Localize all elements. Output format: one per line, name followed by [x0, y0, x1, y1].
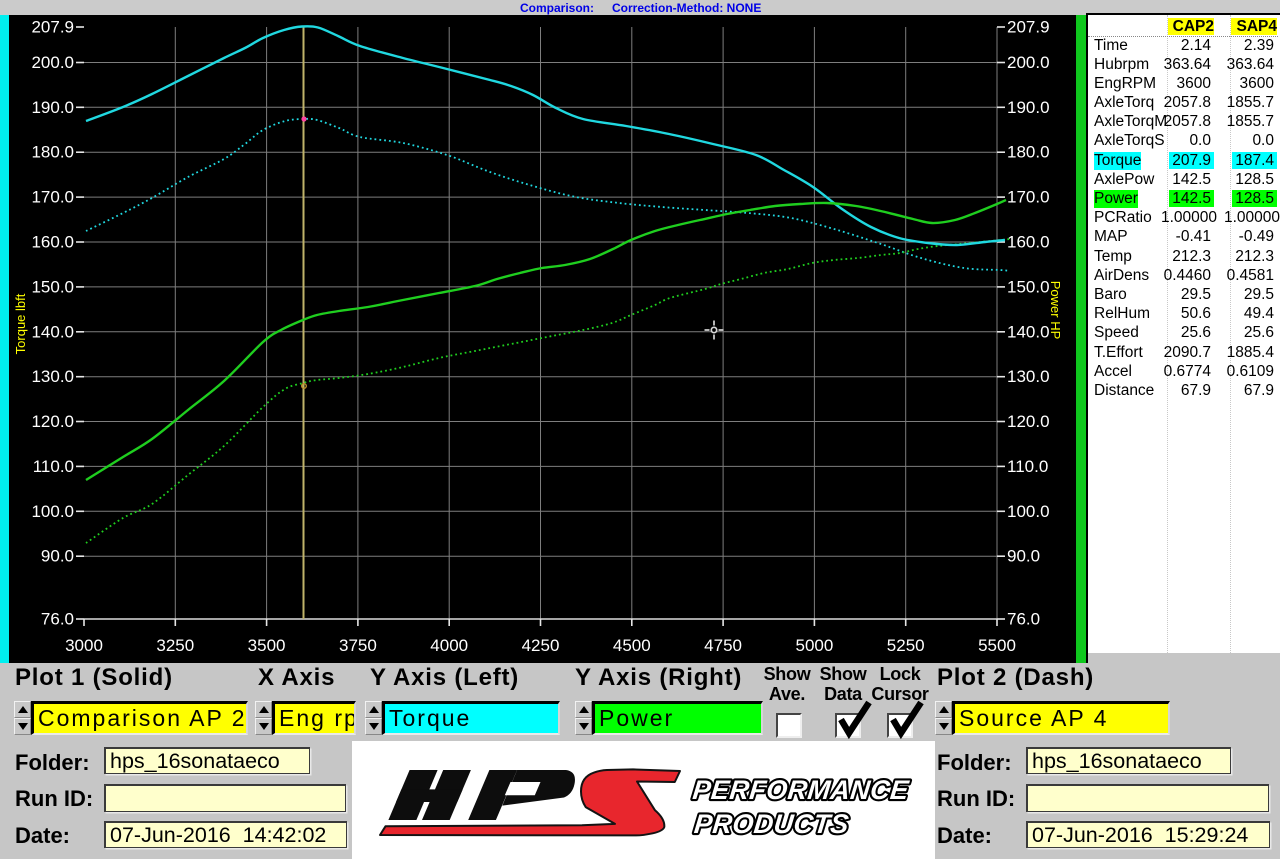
svg-text:76.0: 76.0 — [41, 610, 74, 629]
svg-text:190.0: 190.0 — [31, 98, 74, 117]
svg-text:120.0: 120.0 — [1007, 412, 1050, 431]
svg-text:200.0: 200.0 — [31, 53, 74, 72]
svg-text:4000: 4000 — [430, 636, 468, 655]
svg-text:90.0: 90.0 — [41, 547, 74, 566]
svg-text:140.0: 140.0 — [1007, 322, 1050, 341]
svg-text:3000: 3000 — [65, 636, 103, 655]
svg-text:150.0: 150.0 — [31, 277, 74, 296]
svg-text:200.0: 200.0 — [1007, 53, 1050, 72]
svg-text:76.0: 76.0 — [1007, 610, 1040, 629]
svg-text:100.0: 100.0 — [1007, 502, 1050, 521]
svg-text:150.0: 150.0 — [1007, 277, 1050, 296]
svg-text:140.0: 140.0 — [31, 322, 74, 341]
svg-text:3500: 3500 — [248, 636, 286, 655]
svg-text:110.0: 110.0 — [1007, 457, 1048, 476]
svg-text:190.0: 190.0 — [1007, 98, 1050, 117]
svg-text:170.0: 170.0 — [31, 188, 74, 207]
svg-text:160.0: 160.0 — [1007, 233, 1050, 252]
svg-text:180.0: 180.0 — [1007, 143, 1050, 162]
svg-text:130.0: 130.0 — [31, 367, 74, 386]
svg-text:170.0: 170.0 — [1007, 188, 1050, 207]
svg-text:180.0: 180.0 — [31, 143, 74, 162]
svg-text:100.0: 100.0 — [31, 502, 74, 521]
svg-text:207.9: 207.9 — [31, 18, 74, 37]
svg-text:Torque lbft: Torque lbft — [13, 293, 28, 354]
svg-text:3250: 3250 — [156, 636, 194, 655]
svg-text:5500: 5500 — [978, 636, 1016, 655]
svg-text:PERFORMANCE: PERFORMANCE — [691, 774, 911, 805]
svg-text:160.0: 160.0 — [31, 233, 74, 252]
svg-text:207.9: 207.9 — [1007, 18, 1050, 37]
svg-text:120.0: 120.0 — [31, 412, 74, 431]
svg-text:90.0: 90.0 — [1007, 547, 1040, 566]
svg-text:130.0: 130.0 — [1007, 367, 1050, 386]
svg-text:110.0: 110.0 — [33, 457, 74, 476]
svg-text:4250: 4250 — [522, 636, 560, 655]
svg-text:5250: 5250 — [887, 636, 925, 655]
svg-text:PRODUCTS: PRODUCTS — [693, 808, 851, 839]
svg-text:3750: 3750 — [339, 636, 377, 655]
svg-text:4500: 4500 — [613, 636, 651, 655]
svg-text:5000: 5000 — [795, 636, 833, 655]
svg-text:Power HP: Power HP — [1048, 281, 1063, 340]
svg-text:4750: 4750 — [704, 636, 742, 655]
